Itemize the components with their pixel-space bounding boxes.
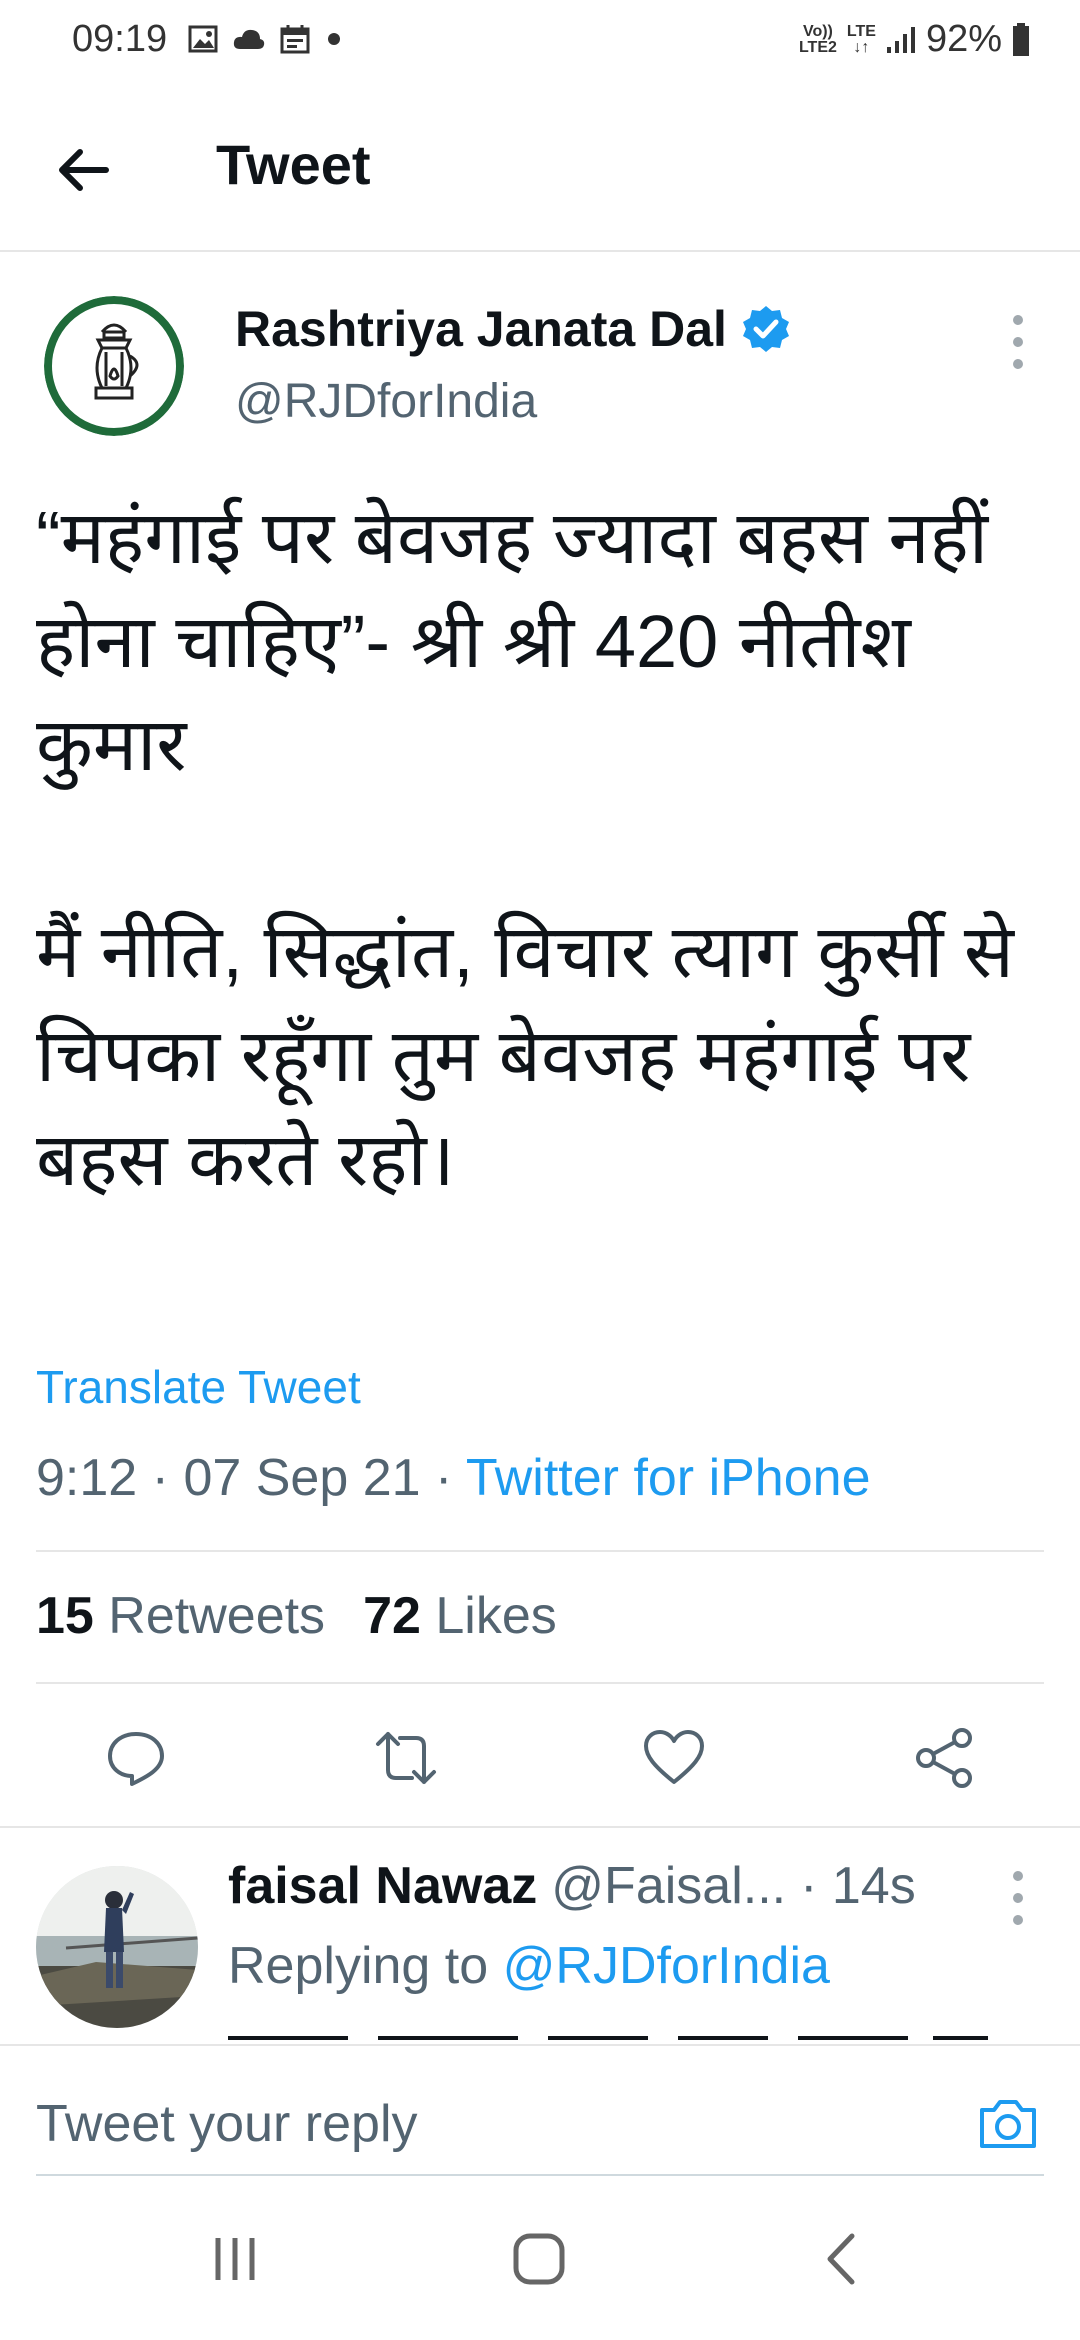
reply-author-name[interactable]: faisal Nawaz	[228, 1856, 537, 1916]
reply-avatar[interactable]	[36, 1866, 198, 2028]
author-name[interactable]: Rashtriya Janata Dal	[235, 300, 727, 358]
tweet-source-link[interactable]: Twitter for iPhone	[466, 1449, 871, 1507]
reply-bar: Tweet your reply	[0, 2044, 1080, 2176]
volte-icon: Vo)) LTE2	[798, 22, 837, 56]
replying-to-handle[interactable]: @RJDforIndia	[503, 1937, 830, 1995]
home-icon[interactable]	[512, 2232, 566, 2286]
notification-icons	[188, 24, 344, 54]
system-nav-bar	[0, 2176, 1080, 2340]
retweet-icon[interactable]	[374, 1726, 438, 1790]
recent-apps-icon[interactable]	[210, 2234, 260, 2284]
reply-input[interactable]: Tweet your reply	[36, 2094, 418, 2154]
dot-icon	[328, 33, 340, 45]
tweet-time: 9:12	[36, 1449, 138, 1507]
signal-bars-icon	[886, 26, 915, 53]
app-header: Tweet	[0, 90, 1080, 252]
tweet-author[interactable]: Rashtriya Janata Dal	[235, 300, 791, 358]
reply-icon[interactable]	[104, 1726, 168, 1790]
page-title: Tweet	[216, 133, 371, 196]
verified-badge-icon	[742, 306, 789, 352]
arrow-left-icon[interactable]	[52, 138, 116, 202]
gallery-icon	[188, 25, 218, 53]
tweet-stats: 15 Retweets 72 Likes	[36, 1586, 557, 1646]
reply-time: · 14s	[800, 1857, 916, 1915]
translate-tweet-link[interactable]: Translate Tweet	[36, 1360, 361, 1414]
reply-author-handle[interactable]: @Faisal...	[551, 1856, 786, 1916]
status-right: Vo)) LTE2 LTE ↓↑ 92%	[799, 18, 1030, 61]
reply-more-options-icon[interactable]	[1010, 1868, 1026, 1928]
replying-to: Replying to @RJDforIndia	[228, 1937, 830, 1995]
tweet-actions	[0, 1700, 1080, 1816]
back-icon[interactable]	[822, 2232, 862, 2286]
lte-data-icon: LTE ↓↑	[846, 22, 876, 56]
divider	[36, 1682, 1044, 1684]
tweet-date: 07 Sep 21	[183, 1449, 421, 1507]
likes-stat[interactable]: 72 Likes	[363, 1586, 557, 1646]
divider	[0, 1826, 1080, 1828]
battery-percent: 92%	[925, 18, 1002, 60]
status-time: 09:19	[72, 18, 168, 60]
battery-icon	[1013, 22, 1029, 56]
reply-text-truncated	[228, 2018, 988, 2044]
tweet-text: “महंगाई पर बेवजह ज्यादा बहस नहीं होना चा…	[36, 496, 1014, 1201]
status-bar: 09:19 Vo)) LTE2 LTE ↓↑ 92%	[0, 0, 1080, 90]
more-options-icon[interactable]	[1010, 312, 1026, 372]
retweets-stat[interactable]: 15 Retweets	[36, 1586, 325, 1646]
author-handle[interactable]: @RJDforIndia	[235, 374, 537, 429]
divider	[36, 1550, 1044, 1552]
like-icon[interactable]	[642, 1726, 706, 1790]
reply-author[interactable]: faisal Nawaz @Faisal... · 14s	[228, 1856, 1008, 1916]
lantern-logo[interactable]	[44, 296, 184, 436]
tweet-meta: 9:12 · 07 Sep 21 · Twitter for iPhone	[36, 1449, 871, 1507]
cloud-icon	[233, 29, 265, 49]
calendar-icon	[280, 25, 310, 54]
share-icon[interactable]	[912, 1726, 976, 1790]
camera-icon[interactable]	[976, 2092, 1040, 2156]
